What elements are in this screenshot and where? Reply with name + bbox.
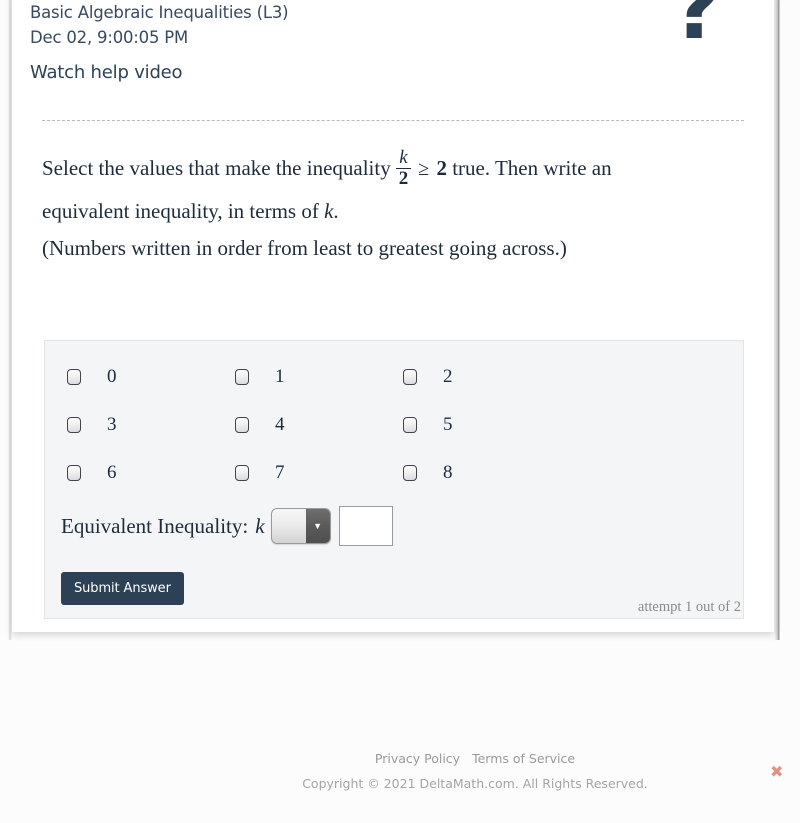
checkbox-icon[interactable] <box>235 369 249 385</box>
checkbox-icon[interactable] <box>67 465 81 481</box>
inequality-operator: ≥ <box>418 158 430 180</box>
checkbox-option-6[interactable]: 6 <box>67 449 117 497</box>
inequality-operand: 2 <box>436 156 447 180</box>
page-root: Basic Algebraic Inequalities (L3) Dec 02… <box>0 0 800 823</box>
checkbox-option-3[interactable]: 3 <box>67 401 117 449</box>
answer-panel: 0 1 2 3 4 5 6 7 8 Equivalent Inequality:… <box>44 340 744 619</box>
checkbox-icon[interactable] <box>403 369 417 385</box>
assignment-timestamp: Dec 02, 9:00:05 PM <box>30 28 189 47</box>
page-frame-right-edge <box>774 0 780 640</box>
checkbox-row: 0 1 2 <box>67 353 687 401</box>
question-text-part1: Select the values that make the inequali… <box>42 156 391 180</box>
checkbox-icon[interactable] <box>403 417 417 433</box>
checkbox-label: 4 <box>275 414 285 435</box>
checkbox-row: 6 7 8 <box>67 449 687 497</box>
checkbox-icon[interactable] <box>235 417 249 433</box>
footer-links: Privacy Policy Terms of Service <box>195 745 755 773</box>
checkbox-option-1[interactable]: 1 <box>235 353 285 401</box>
checkbox-label: 8 <box>443 462 453 483</box>
checkbox-label: 5 <box>443 414 453 435</box>
checkbox-option-7[interactable]: 7 <box>235 449 285 497</box>
attempt-counter: attempt 1 out of 2 <box>637 599 741 615</box>
checkbox-label: 6 <box>107 462 117 483</box>
checkbox-option-0[interactable]: 0 <box>67 353 117 401</box>
checkbox-label: 1 <box>275 366 285 387</box>
checkbox-option-5[interactable]: 5 <box>403 401 453 449</box>
operator-select-value <box>272 509 306 543</box>
submit-answer-button[interactable]: Submit Answer <box>61 572 184 605</box>
checkbox-label: 7 <box>275 462 285 483</box>
assignment-title: Basic Algebraic Inequalities (L3) <box>30 3 289 22</box>
question-body: Select the values that make the inequali… <box>42 146 732 265</box>
question-line2-variable: k <box>324 198 334 223</box>
question-note: (Numbers written in order from least to … <box>42 235 567 260</box>
inequality-value-input[interactable] <box>338 506 393 546</box>
checkbox-label: 3 <box>107 414 117 435</box>
terms-of-service-link[interactable]: Terms of Service <box>472 751 575 766</box>
checkbox-icon[interactable] <box>67 417 81 433</box>
checkbox-icon[interactable] <box>403 465 417 481</box>
checkbox-icon[interactable] <box>235 465 249 481</box>
close-icon[interactable]: ✖ <box>770 762 783 781</box>
operator-select[interactable]: ▼ <box>270 508 331 544</box>
page-footer: Privacy Policy Terms of Service Copyright… <box>195 745 755 795</box>
checkbox-option-2[interactable]: 2 <box>403 353 453 401</box>
checkbox-option-4[interactable]: 4 <box>235 401 285 449</box>
question-text-part2: true. Then write an <box>452 156 612 180</box>
checkbox-option-8[interactable]: 8 <box>403 449 453 497</box>
checkbox-row: 3 4 5 <box>67 401 687 449</box>
question-mark-icon: ? <box>672 0 722 59</box>
checkbox-icon[interactable] <box>67 369 81 385</box>
checkbox-label: 0 <box>107 366 117 387</box>
chevron-down-icon: ▼ <box>305 509 330 543</box>
equivalent-inequality-label: Equivalent Inequality: <box>61 513 249 538</box>
privacy-policy-link[interactable]: Privacy Policy <box>375 751 460 766</box>
question-line2-text: equivalent inequality, in terms of <box>42 198 319 223</box>
equivalent-inequality-row: Equivalent Inequality: k ▼ <box>61 506 393 546</box>
watch-help-video-link[interactable]: Watch help video <box>30 62 183 83</box>
checkbox-grid: 0 1 2 3 4 5 6 7 8 <box>67 353 687 497</box>
fraction-denominator: 2 <box>395 167 412 189</box>
question-line-two: equivalent inequality, in terms of k. <box>42 191 732 232</box>
question-line2-period: . <box>333 198 339 223</box>
equivalent-inequality-variable: k <box>255 513 265 538</box>
footer-copyright: Copyright © 2021 DeltaMath.com. All Righ… <box>302 776 648 791</box>
fraction-k-over-2: k2 <box>395 146 412 189</box>
checkbox-label: 2 <box>443 366 453 387</box>
problem-header: Basic Algebraic Inequalities (L3) Dec 02… <box>30 0 730 83</box>
fraction-numerator: k <box>399 146 408 168</box>
header-divider <box>42 120 744 121</box>
